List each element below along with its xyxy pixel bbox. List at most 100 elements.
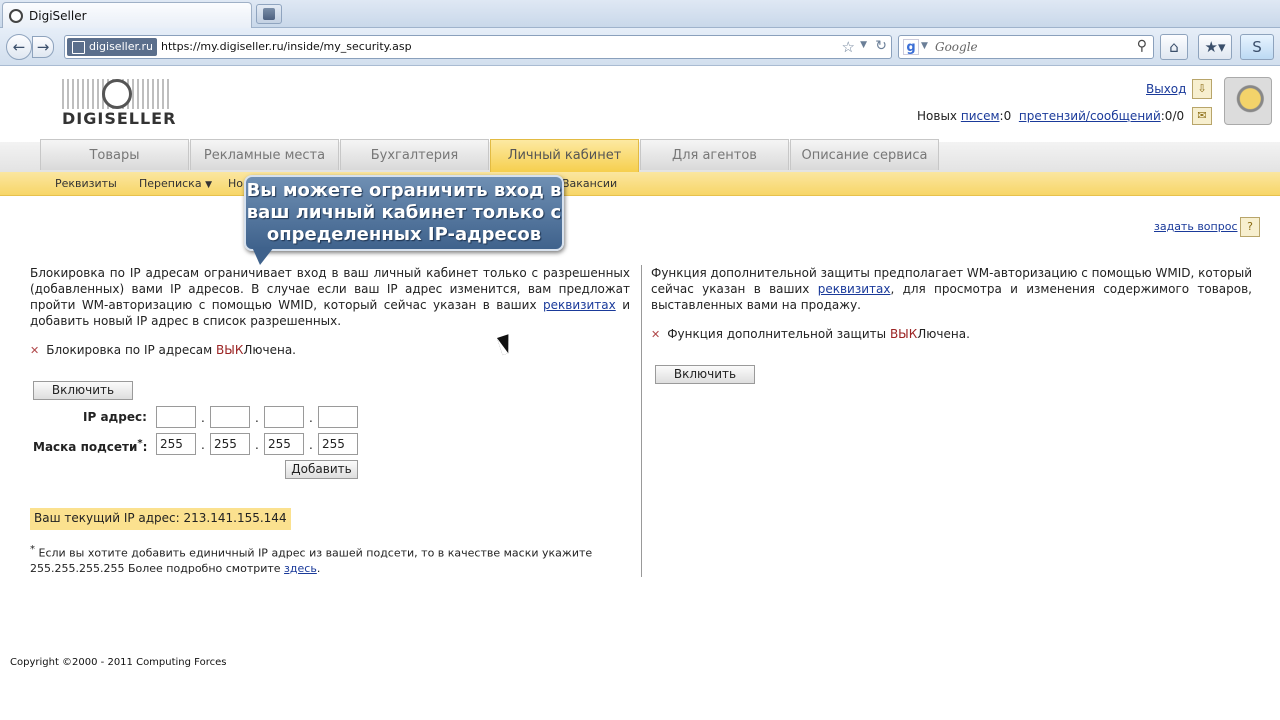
url-text[interactable]: https://my.digiseller.ru/inside/my_secur…: [161, 40, 412, 53]
subnav-correspondence-label: Переписка: [139, 177, 202, 190]
messages-summary: Новых писем:0 претензий/сообщений:0/0: [917, 109, 1184, 123]
requisites-link[interactable]: реквизитах: [818, 282, 891, 296]
status-suffix: Лючена.: [243, 343, 296, 357]
claims-link[interactable]: претензий/сообщений: [1019, 109, 1161, 123]
search-engine-dropdown-icon[interactable]: ▼: [921, 41, 928, 51]
mask-octet-3-input[interactable]: 255: [264, 433, 304, 455]
question-icon[interactable]: ?: [1240, 217, 1260, 237]
ip-octet-3-input[interactable]: [264, 406, 304, 428]
ip-octet-4-input[interactable]: [318, 406, 358, 428]
add-ip-button[interactable]: Добавить: [285, 460, 358, 479]
logo-ring-icon: [102, 79, 132, 109]
mask-dot: .: [255, 438, 259, 452]
site-favicon-icon: [9, 8, 23, 23]
tab-goods[interactable]: Товары: [40, 139, 189, 170]
digiseller-logo[interactable]: DIGISELLER: [62, 79, 177, 128]
arrow-right-icon: →: [36, 38, 50, 56]
disabled-x-icon: ✕: [651, 327, 661, 341]
requisites-link[interactable]: реквизитах: [543, 298, 616, 312]
enable-extra-protection-button[interactable]: Включить: [655, 365, 755, 384]
search-icon[interactable]: ⚲: [1137, 38, 1147, 54]
ip-dot: .: [201, 411, 205, 425]
logo-text: DIGISELLER: [62, 109, 177, 128]
tab-personal-cabinet[interactable]: Личный кабинет: [490, 139, 639, 172]
extra-protection-section: Функция дополнительной защиты предполага…: [651, 265, 1252, 341]
mask-colon: :: [142, 440, 148, 454]
letters-link[interactable]: писем: [961, 109, 1000, 123]
arrow-left-icon: ←: [12, 38, 26, 56]
home-button[interactable]: ⌂: [1160, 34, 1188, 60]
ip-blocking-section: Блокировка по IP адресам ограничивает вх…: [30, 265, 630, 357]
tooltip-callout: Вы можете ограничить вход в ваш личный к…: [244, 175, 564, 251]
user-avatar[interactable]: [1224, 77, 1272, 125]
letters-count: :0: [999, 109, 1012, 123]
mask-label-text: Маска подсети: [33, 440, 138, 454]
callout-line-1: Вы можете ограничить вход в: [246, 180, 562, 201]
mask-dot: .: [201, 438, 205, 452]
browser-titlebar: DigiSeller: [0, 0, 1280, 28]
status-suffix: Лючена.: [917, 327, 970, 341]
mask-octet-4-input[interactable]: 255: [318, 433, 358, 455]
forward-button[interactable]: →: [32, 36, 54, 58]
ip-blocking-status: ✕ Блокировка по IP адресам ВЫК Лючена.: [30, 343, 630, 357]
new-prefix: Новых: [917, 109, 958, 123]
status-off: ВЫК: [889, 327, 918, 341]
url-bar[interactable]: digiseller.ru https://my.digiseller.ru/i…: [64, 35, 892, 59]
bookmarks-button[interactable]: ★▾: [1198, 34, 1232, 60]
reload-icon[interactable]: ↻: [875, 38, 887, 54]
ip-dot: .: [309, 411, 313, 425]
footnote-end: .: [316, 561, 321, 575]
tab-for-agents[interactable]: Для агентов: [640, 139, 789, 170]
status-prefix: Функция дополнительной защиты: [667, 327, 887, 341]
extra-protection-status: ✕ Функция дополнительной защиты ВЫК Лючен…: [651, 327, 1252, 341]
subnav: Реквизиты Переписка ▼ Но Вакансии: [0, 172, 1280, 196]
tab-service-description[interactable]: Описание сервиса: [790, 139, 939, 170]
browser-tab-title: DigiSeller: [29, 8, 87, 23]
footnote-here-link[interactable]: здесь: [284, 562, 317, 575]
search-box[interactable]: g ▼ Google ⚲: [898, 35, 1154, 59]
disabled-x-icon: ✕: [30, 343, 40, 357]
page-content: DIGISELLER Выход ⇩ Новых писем:0 претенз…: [0, 67, 1280, 720]
tab-accounting[interactable]: Бухгалтерия: [340, 139, 489, 170]
ip-octet-2-input[interactable]: [210, 406, 250, 428]
ip-blocking-description: Блокировка по IP адресам ограничивает вх…: [30, 265, 630, 329]
search-placeholder[interactable]: Google: [935, 40, 978, 54]
footnote: * Если вы хотите добавить единичный IP а…: [30, 542, 600, 576]
logout-icon[interactable]: ⇩: [1192, 79, 1212, 99]
mask-dot: .: [309, 438, 313, 452]
tab-ad-places[interactable]: Рекламные места: [190, 139, 339, 170]
ip-dot: .: [255, 411, 259, 425]
bookmark-star-icon[interactable]: ☆: [842, 38, 855, 56]
new-tab-icon: [263, 8, 275, 20]
new-tab-button[interactable]: [256, 4, 282, 24]
google-engine-icon[interactable]: g: [903, 39, 919, 55]
callout-line-2: ваш личный кабинет только с: [246, 202, 562, 223]
site-identity-badge[interactable]: digiseller.ru: [67, 38, 157, 56]
enable-ip-blocking-button[interactable]: Включить: [33, 381, 133, 400]
current-ip-badge: Ваш текущий IP адрес: 213.141.155.144: [30, 508, 291, 530]
extra-protection-description: Функция дополнительной защиты предполага…: [651, 265, 1252, 313]
skype-icon: S: [1252, 38, 1262, 56]
home-icon: ⌂: [1169, 38, 1179, 56]
mask-octet-1-input[interactable]: 255: [156, 433, 196, 455]
status-prefix: Блокировка по IP адресам: [46, 343, 213, 357]
back-button[interactable]: ←: [6, 34, 32, 60]
subnav-item-news[interactable]: Но: [228, 177, 243, 190]
bookmarks-icon: ★▾: [1204, 38, 1226, 56]
mask-octet-2-input[interactable]: 255: [210, 433, 250, 455]
ask-question-link[interactable]: задать вопрос: [1154, 220, 1238, 233]
skype-button[interactable]: S: [1240, 34, 1274, 60]
subnet-mask-label: Маска подсети*:: [33, 438, 147, 454]
browser-tab-digiseller[interactable]: DigiSeller: [2, 2, 252, 28]
chevron-down-icon: ▼: [205, 180, 212, 190]
logout-link[interactable]: Выход: [1146, 82, 1186, 96]
callout-line-3: определенных IP-адресов: [266, 224, 542, 245]
url-dropdown-icon[interactable]: ▼: [860, 40, 867, 50]
subnav-item-requisites[interactable]: Реквизиты: [55, 177, 117, 190]
subnav-item-vacancies[interactable]: Вакансии: [562, 177, 617, 190]
ip-desc-text-1: Блокировка по IP адресам ограничивает вх…: [30, 266, 630, 312]
ip-octet-1-input[interactable]: [156, 406, 196, 428]
subnav-item-correspondence[interactable]: Переписка ▼: [139, 177, 212, 190]
claims-count: :0/0: [1160, 109, 1185, 123]
mail-icon[interactable]: ✉: [1192, 107, 1212, 125]
